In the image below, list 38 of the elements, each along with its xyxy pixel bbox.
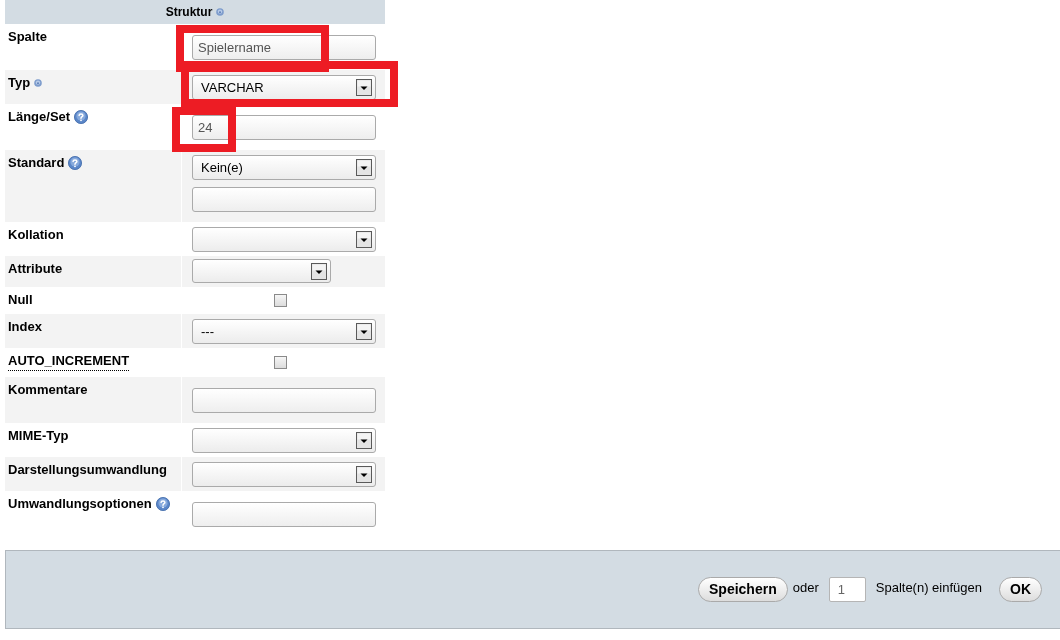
select-field[interactable] (192, 462, 376, 487)
help-icon (155, 496, 170, 511)
column-count-field[interactable]: 1 (828, 577, 866, 602)
help-icon (216, 8, 225, 16)
checkbox[interactable] (274, 294, 287, 307)
help-icon (34, 78, 43, 87)
text-field[interactable]: 24 (192, 115, 376, 140)
select-field[interactable]: --- (192, 319, 376, 344)
field-label: Kollation (8, 226, 64, 243)
field-label: MIME-Typ (8, 427, 69, 444)
insert-columns-label: Spalte(n) einfügen (875, 578, 982, 597)
field-label: Darstellungsumwandlung (8, 461, 167, 478)
text-field[interactable]: Spielername (192, 35, 376, 60)
help-icon (74, 109, 89, 124)
select-field[interactable]: Kein(e) (192, 155, 376, 180)
help-icon (68, 155, 83, 170)
select-field[interactable] (192, 227, 376, 252)
field-label: Kommentare (8, 381, 88, 398)
text-field[interactable] (192, 187, 376, 212)
field-label: Spalte (8, 28, 47, 45)
select-field[interactable] (192, 259, 331, 283)
field-label: AUTO_INCREMENT (8, 352, 130, 371)
text-field[interactable] (192, 388, 376, 413)
field-label: Umwandlungsoptionen (8, 495, 152, 512)
field-label: Typ (8, 74, 31, 91)
select-field[interactable]: VARCHAR (192, 75, 376, 100)
select-field[interactable] (192, 428, 376, 453)
or-label: oder (792, 578, 819, 597)
checkbox[interactable] (274, 356, 287, 369)
ok-button[interactable]: OK (999, 577, 1042, 602)
save-button[interactable]: Speichern (698, 577, 788, 602)
table-header-title: Struktur (165, 4, 213, 21)
field-label: Null (8, 291, 33, 308)
text-field[interactable] (192, 502, 376, 527)
field-label: Attribute (8, 260, 63, 277)
field-label: Standard (8, 154, 65, 171)
field-label: Index (8, 318, 42, 335)
field-label: Länge/Set (8, 108, 71, 125)
